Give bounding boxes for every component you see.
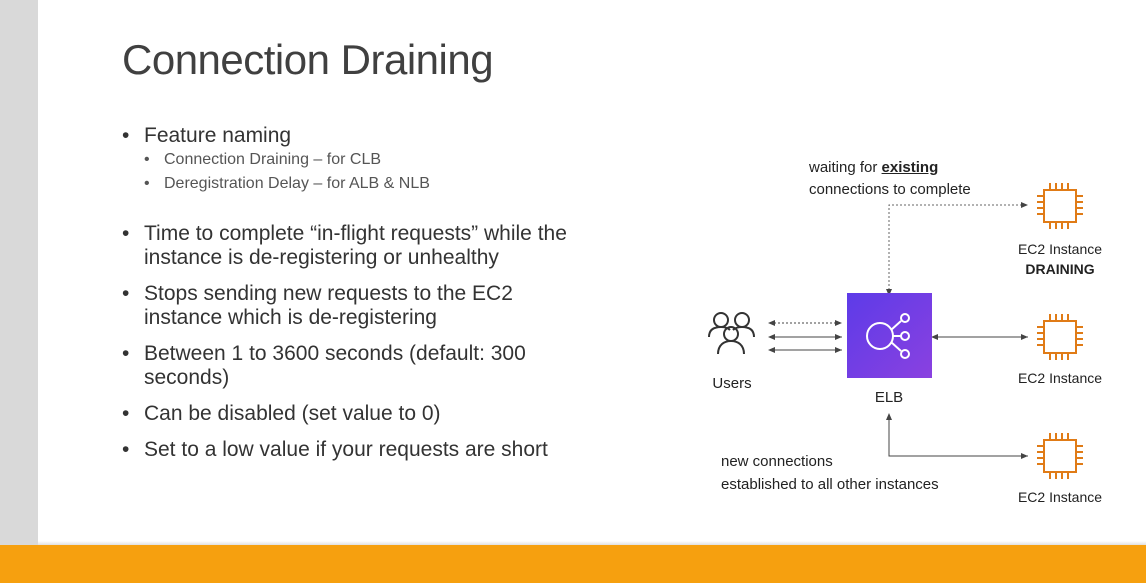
bullet-text-line: instance which is de-registering: [144, 306, 437, 329]
draining-status: DRAINING: [1025, 261, 1095, 277]
ec2-chip-icon: [1037, 433, 1083, 479]
waiting-text-line1: waiting for existing: [809, 158, 938, 178]
ec2-draining-label: EC2 Instance: [1017, 241, 1103, 257]
ec2-middle-label: EC2 Instance: [1017, 370, 1103, 386]
elb-ec2-bottom-connector: [886, 413, 1028, 459]
elb-box: [847, 293, 932, 378]
bullet-text-line: Between 1 to 3600 seconds (default: 300: [144, 342, 526, 365]
draining-connector: [886, 202, 1028, 296]
bullet-stops-sending: Stops sending new requests to the EC2 in…: [122, 282, 682, 330]
bottom-accent-bar: [0, 545, 1146, 583]
users-icon: [708, 312, 755, 355]
ec2-chip-icon: [1037, 183, 1083, 229]
bullet-text-line: Time to complete “in-flight requests” wh…: [144, 222, 567, 245]
bullet-list: Feature naming Connection Draining – for…: [122, 124, 682, 462]
bullet-feature-naming: Feature naming: [122, 124, 682, 148]
load-balancer-icon: [866, 313, 910, 359]
elb-label: ELB: [874, 389, 904, 406]
bullet-low-value: Set to a low value if your requests are …: [122, 438, 682, 462]
ec2-chip-icon: [1037, 314, 1083, 360]
waiting-prefix: waiting for: [809, 159, 882, 176]
waiting-existing-emphasis: existing: [881, 159, 939, 176]
bullet-timeout-range: Between 1 to 3600 seconds (default: 300 …: [122, 342, 682, 390]
new-connections-line1: new connections: [721, 453, 833, 470]
bullet-can-be-disabled: Can be disabled (set value to 0): [122, 402, 682, 426]
users-label: Users: [712, 375, 752, 392]
connection-draining-diagram: waiting for existing connections to comp…: [690, 140, 1130, 520]
left-accent-bar: [0, 0, 38, 583]
bullet-text-line: instance is de-registering or unhealthy: [144, 246, 499, 269]
slide-title: Connection Draining: [122, 36, 494, 83]
bullet-text-line: Stops sending new requests to the EC2: [144, 282, 513, 305]
sub-bullet-clb: Connection Draining – for CLB: [144, 148, 682, 172]
ec2-bottom-label: EC2 Instance: [1017, 489, 1103, 505]
bullet-text-line: seconds): [144, 366, 230, 389]
sub-bullet-alb-nlb: Deregistration Delay – for ALB & NLB: [144, 172, 682, 196]
bullet-time-to-complete: Time to complete “in-flight requests” wh…: [122, 222, 682, 270]
waiting-text-line2: connections to complete: [809, 181, 971, 198]
new-connections-line2: established to all other instances: [721, 476, 939, 493]
